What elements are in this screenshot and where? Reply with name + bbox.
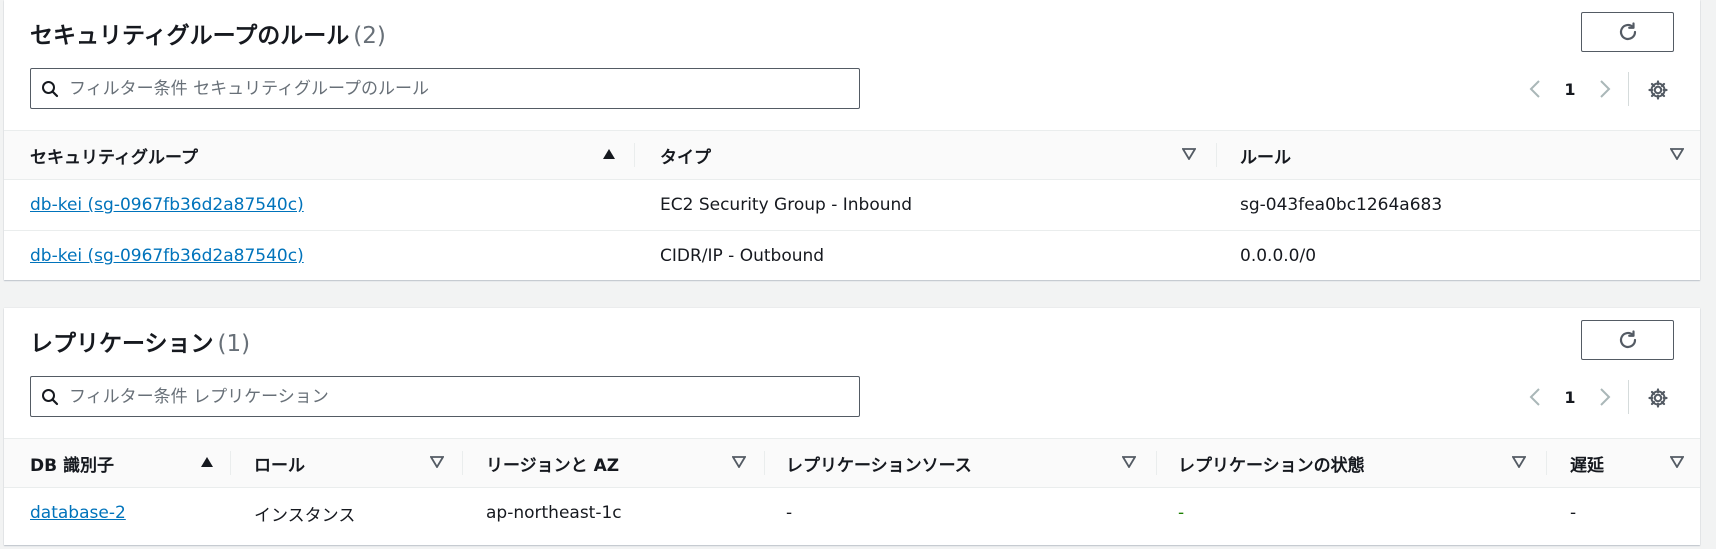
preferences-button[interactable] bbox=[1643, 383, 1673, 413]
prev-page-button[interactable] bbox=[1520, 79, 1550, 99]
column-divider bbox=[1216, 143, 1217, 167]
sort-ascending-icon[interactable] bbox=[602, 148, 616, 160]
chevron-left-icon bbox=[1529, 80, 1540, 98]
panel-count: (2) bbox=[353, 23, 386, 49]
column-divider bbox=[462, 451, 463, 475]
column-label: レプリケーションソース bbox=[786, 455, 972, 476]
column-header-rule[interactable]: ルール bbox=[1240, 131, 1690, 179]
replication-panel: レプリケーション(1) 1 DB 識別子 bbox=[4, 308, 1700, 545]
column-header-region-az[interactable]: リージョンと AZ bbox=[486, 439, 766, 487]
column-divider bbox=[634, 143, 635, 167]
pager-divider bbox=[1628, 72, 1629, 106]
role-cell: インスタンス bbox=[254, 505, 356, 526]
rule-cell: 0.0.0.0/0 bbox=[1240, 246, 1317, 266]
panel-title: レプリケーション (1) bbox=[30, 324, 250, 358]
search-icon bbox=[42, 80, 59, 97]
type-cell: CIDR/IP - Outbound bbox=[660, 246, 825, 266]
panel-title-text: セキュリティグループのルール bbox=[30, 23, 350, 49]
pagination: 1 bbox=[1520, 382, 1620, 412]
filter-input[interactable] bbox=[69, 69, 859, 108]
sort-descending-icon[interactable] bbox=[732, 456, 746, 468]
panel-count: (1) bbox=[217, 331, 251, 357]
column-label: セキュリティグループ bbox=[30, 147, 198, 168]
next-page-button[interactable] bbox=[1590, 387, 1620, 407]
prev-page-button[interactable] bbox=[1520, 387, 1550, 407]
column-header-role[interactable]: ロール bbox=[254, 439, 464, 487]
panel-title-text: レプリケーション bbox=[30, 331, 214, 357]
gear-icon bbox=[1648, 80, 1668, 100]
filter-field[interactable] bbox=[30, 68, 860, 109]
column-label: 遅延 bbox=[1570, 455, 1604, 476]
sort-descending-icon[interactable] bbox=[1182, 148, 1196, 160]
security-group-link[interactable]: db-kei (sg-0967fb36d2a87540c) bbox=[30, 195, 304, 215]
lag-cell: - bbox=[1570, 503, 1577, 523]
current-page[interactable]: 1 bbox=[1550, 80, 1590, 99]
column-header-replication-state[interactable]: レプリケーションの状態 bbox=[1178, 439, 1554, 487]
chevron-right-icon bbox=[1600, 80, 1611, 98]
filter-field[interactable] bbox=[30, 376, 860, 417]
column-label: リージョンと AZ bbox=[486, 455, 620, 476]
table-header: セキュリティグループ タイプ ルール bbox=[4, 130, 1700, 180]
rule-cell: sg-043fea0bc1264a683 bbox=[1240, 195, 1443, 215]
column-divider bbox=[764, 451, 765, 475]
table-header: DB 識別子 ロール リージョンと AZ レプリケーションソース レプリケーショ… bbox=[4, 438, 1700, 488]
sort-descending-icon[interactable] bbox=[1670, 148, 1684, 160]
refresh-button[interactable] bbox=[1581, 12, 1674, 52]
region-az-cell: ap-northeast-1c bbox=[486, 503, 622, 523]
preferences-button[interactable] bbox=[1643, 75, 1673, 105]
sort-descending-icon[interactable] bbox=[1670, 456, 1684, 468]
next-page-button[interactable] bbox=[1590, 79, 1620, 99]
current-page[interactable]: 1 bbox=[1550, 388, 1590, 407]
refresh-icon bbox=[1619, 22, 1636, 41]
sort-descending-icon[interactable] bbox=[1122, 456, 1136, 468]
table-row: db-kei (sg-0967fb36d2a87540c) CIDR/IP - … bbox=[4, 231, 1700, 282]
table-row: db-kei (sg-0967fb36d2a87540c) EC2 Securi… bbox=[4, 180, 1700, 231]
column-header-type[interactable]: タイプ bbox=[660, 131, 1220, 179]
pager-divider bbox=[1628, 380, 1629, 414]
panel-title: セキュリティグループのルール (2) bbox=[30, 16, 386, 50]
column-header-lag[interactable]: 遅延 bbox=[1570, 439, 1696, 487]
filter-input[interactable] bbox=[69, 377, 859, 416]
sort-ascending-icon[interactable] bbox=[200, 456, 214, 468]
db-identifier-link[interactable]: database-2 bbox=[30, 503, 126, 523]
column-header-db-identifier[interactable]: DB 識別子 bbox=[30, 439, 231, 487]
table-row: database-2 インスタンス ap-northeast-1c - - - bbox=[4, 488, 1700, 539]
gear-icon bbox=[1648, 388, 1668, 408]
type-cell: EC2 Security Group - Inbound bbox=[660, 195, 913, 215]
security-group-rules-panel: セキュリティグループのルール(2) 1 セキュリティグループ bbox=[4, 0, 1700, 280]
column-label: ルール bbox=[1240, 147, 1291, 168]
column-label: タイプ bbox=[660, 147, 711, 168]
chevron-left-icon bbox=[1529, 388, 1540, 406]
search-icon bbox=[42, 388, 59, 405]
column-label: DB 識別子 bbox=[30, 455, 114, 476]
column-label: ロール bbox=[254, 455, 305, 476]
column-header-security-group[interactable]: セキュリティグループ bbox=[30, 131, 635, 179]
column-label: レプリケーションの状態 bbox=[1178, 455, 1365, 476]
refresh-icon bbox=[1619, 330, 1636, 349]
pagination: 1 bbox=[1520, 74, 1620, 104]
column-divider bbox=[1546, 451, 1547, 475]
security-group-link[interactable]: db-kei (sg-0967fb36d2a87540c) bbox=[30, 246, 304, 266]
column-divider bbox=[1156, 451, 1157, 475]
sort-descending-icon[interactable] bbox=[1512, 456, 1526, 468]
column-header-replication-source[interactable]: レプリケーションソース bbox=[786, 439, 1158, 487]
replication-state-cell: - bbox=[1178, 503, 1185, 523]
sort-descending-icon[interactable] bbox=[430, 456, 444, 468]
refresh-button[interactable] bbox=[1581, 320, 1674, 360]
column-divider bbox=[230, 451, 231, 475]
chevron-right-icon bbox=[1600, 388, 1611, 406]
replication-source-cell: - bbox=[786, 503, 793, 523]
